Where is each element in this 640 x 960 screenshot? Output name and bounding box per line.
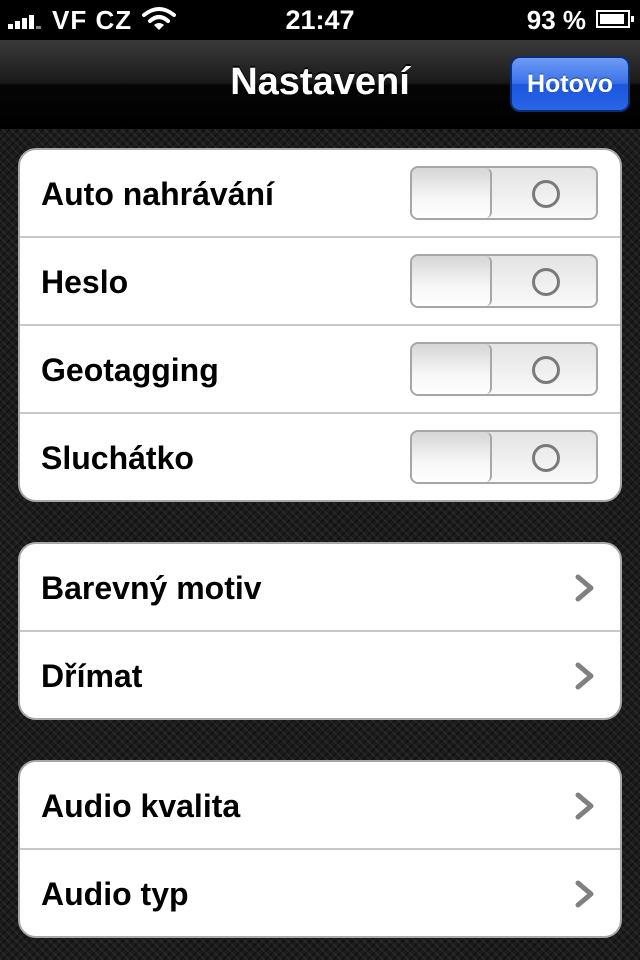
settings-row-snooze[interactable]: Dřímat bbox=[20, 632, 620, 718]
switch-knob bbox=[412, 168, 492, 218]
switch-off-indicator-icon bbox=[532, 444, 560, 472]
row-label: Dřímat bbox=[41, 658, 143, 694]
settings-row-audio-type[interactable]: Audio typ bbox=[20, 850, 620, 936]
battery-icon bbox=[596, 10, 634, 28]
settings-row-auto-recording: Auto nahrávání bbox=[20, 150, 620, 238]
settings-row-color-theme[interactable]: Barevný motiv bbox=[20, 544, 620, 632]
settings-row-geotagging: Geotagging bbox=[20, 326, 620, 414]
done-button[interactable]: Hotovo bbox=[510, 56, 630, 112]
navigation-bar: Nastavení Hotovo bbox=[0, 40, 640, 129]
row-label: Geotagging bbox=[41, 352, 219, 388]
row-label: Auto nahrávání bbox=[41, 176, 274, 212]
auto-recording-switch[interactable] bbox=[410, 166, 598, 220]
settings-row-audio-quality[interactable]: Audio kvalita bbox=[20, 762, 620, 850]
battery-percentage: 93 % bbox=[526, 5, 586, 35]
settings-row-earpiece: Sluchátko bbox=[20, 414, 620, 500]
switch-knob bbox=[412, 344, 492, 394]
switch-off-indicator-icon bbox=[532, 268, 560, 296]
password-switch[interactable] bbox=[410, 254, 598, 308]
switch-off-indicator-icon bbox=[532, 356, 560, 384]
earpiece-switch[interactable] bbox=[410, 430, 598, 484]
chevron-right-icon bbox=[575, 662, 594, 690]
battery-fill bbox=[600, 14, 624, 24]
switch-knob bbox=[412, 432, 492, 482]
row-label: Heslo bbox=[41, 264, 129, 300]
chevron-right-icon bbox=[575, 880, 594, 908]
settings-group-appearance: Barevný motiv Dřímat bbox=[18, 542, 622, 720]
row-label: Sluchátko bbox=[41, 440, 194, 476]
chevron-right-icon bbox=[575, 792, 594, 820]
settings-group-toggles: Auto nahrávání Heslo Geotagging Sluchátk… bbox=[18, 148, 622, 502]
geotagging-switch[interactable] bbox=[410, 342, 598, 396]
row-label: Audio typ bbox=[41, 876, 189, 912]
chevron-right-icon bbox=[575, 574, 594, 602]
row-label: Barevný motiv bbox=[41, 570, 262, 606]
status-bar: VF CZ 21:47 93 % bbox=[0, 0, 640, 40]
settings-group-audio: Audio kvalita Audio typ bbox=[18, 760, 622, 938]
row-label: Audio kvalita bbox=[41, 788, 241, 824]
switch-off-indicator-icon bbox=[532, 180, 560, 208]
switch-knob bbox=[412, 256, 492, 306]
settings-row-password: Heslo bbox=[20, 238, 620, 326]
